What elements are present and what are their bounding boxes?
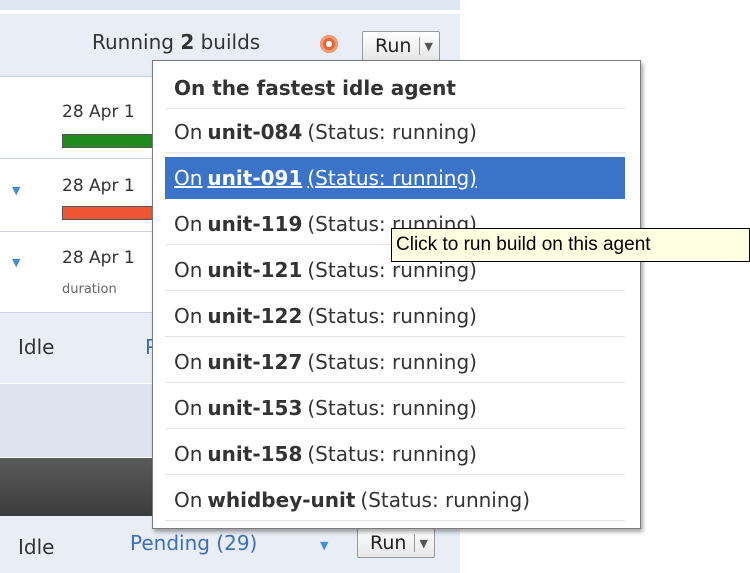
agent-name: unit-127: [207, 349, 303, 374]
build-date: 28 Apr 1: [62, 248, 135, 268]
menu-item-agent[interactable]: On unit-158 (Status: running): [165, 433, 625, 475]
agent-prefix: On: [174, 211, 203, 236]
agent-status: (Status: running): [360, 487, 531, 512]
menu-item-agent[interactable]: On unit-153 (Status: running): [165, 387, 625, 429]
agent-prefix: On: [174, 119, 203, 144]
expand-arrow-icon[interactable]: ▼: [12, 184, 20, 197]
agent-name: unit-158: [207, 441, 303, 466]
menu-item-agent[interactable]: On whidbey-unit (Status: running): [165, 479, 625, 521]
agent-prefix: On: [174, 257, 203, 282]
agent-status: (Status: running): [307, 395, 477, 420]
run-agent-dropdown-menu: On the fastest idle agent On unit-084 (Sta…: [152, 60, 641, 529]
menu-item-agent[interactable]: On unit-091 (Status: running): [165, 157, 625, 199]
agent-name: unit-121: [207, 257, 303, 282]
running-builds-text[interactable]: Running 2 builds: [92, 30, 260, 54]
build-duration: duration: [62, 282, 117, 297]
running-prefix: Running: [92, 30, 174, 54]
agent-prefix: On: [174, 165, 203, 190]
top-strip: [0, 0, 460, 10]
menu-item-agent[interactable]: On unit-127 (Status: running): [165, 341, 625, 383]
agent-name: unit-084: [207, 119, 303, 144]
agent-name: unit-153: [207, 395, 303, 420]
menu-item-fastest-idle-agent[interactable]: On the fastest idle agent: [165, 67, 625, 109]
agent-status: (Status: running): [307, 165, 477, 190]
build-status-bar: [62, 134, 154, 148]
run-button-separator: [419, 37, 421, 55]
menu-item-agent[interactable]: On unit-122 (Status: running): [165, 295, 625, 337]
agent-name: unit-091: [207, 165, 303, 190]
agent-status: (Status: running): [307, 349, 477, 374]
agent-status: (Status: running): [307, 303, 477, 328]
build-date: 28 Apr 1: [62, 176, 135, 196]
agent-status: (Status: running): [307, 441, 477, 466]
agent-prefix: On: [174, 303, 203, 328]
run-button-label: Run: [370, 532, 407, 554]
agent-name: unit-122: [207, 303, 303, 328]
run-button-separator: [414, 534, 416, 552]
agent-prefix: On: [174, 349, 203, 374]
pending-link[interactable]: Pending (29): [130, 531, 257, 555]
agent-name: unit-119: [207, 211, 303, 236]
run-button-label: Run: [375, 35, 412, 57]
tooltip: Click to run build on this agent: [391, 228, 750, 262]
agent-prefix: On: [174, 395, 203, 420]
agent-prefix: On: [174, 441, 203, 466]
agent-name: whidbey-unit: [207, 487, 356, 512]
run-button-top[interactable]: Run ▼: [362, 31, 440, 61]
running-suffix: builds: [200, 30, 261, 54]
running-gear-icon: [320, 35, 338, 53]
pending-dropdown-icon[interactable]: ▼: [320, 539, 328, 552]
expand-arrow-icon[interactable]: ▼: [12, 256, 20, 269]
build-date: 28 Apr 1: [62, 102, 135, 122]
menu-item-agent[interactable]: On unit-084 (Status: running): [165, 111, 625, 153]
running-count: 2: [180, 30, 195, 54]
agent-prefix: On: [174, 487, 203, 512]
dropdown-arrow-icon[interactable]: ▼: [419, 537, 427, 550]
idle-label: Idle: [18, 335, 55, 359]
idle-label: Idle: [18, 535, 55, 559]
build-status-bar: [62, 206, 154, 220]
dropdown-arrow-icon[interactable]: ▼: [424, 40, 432, 53]
agent-status: (Status: running): [307, 119, 477, 144]
run-button-bottom[interactable]: Run ▼: [357, 528, 435, 558]
